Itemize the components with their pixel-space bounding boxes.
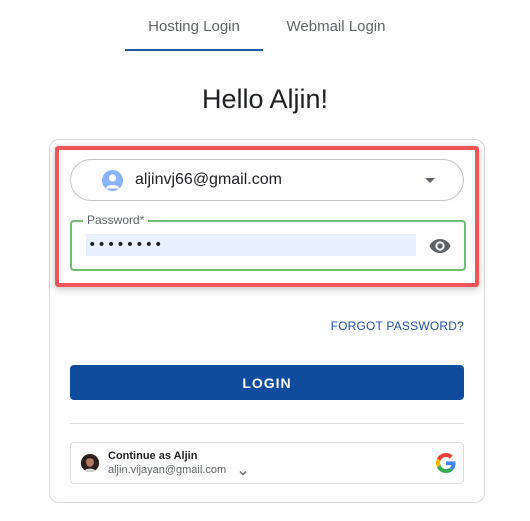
google-avatar — [81, 454, 99, 472]
tab-webmail-login[interactable]: Webmail Login — [272, 18, 400, 52]
google-account-name: Continue as Aljin — [108, 450, 198, 462]
password-field: Password* — [70, 213, 466, 271]
chevron-down-icon[interactable] — [238, 465, 248, 476]
eye-icon[interactable] — [428, 234, 452, 258]
active-tab-indicator — [125, 49, 263, 51]
person-icon — [102, 170, 123, 191]
login-page: Hosting Login Webmail Login Hello Aljin!… — [0, 0, 530, 521]
account-selector[interactable]: aljinvj66@gmail.com — [70, 159, 464, 201]
google-continue-button[interactable]: Continue as Aljin aljin.vijayan@gmail.co… — [70, 442, 464, 484]
tab-hosting-login[interactable]: Hosting Login — [125, 18, 263, 52]
google-account-email: aljin.vijayan@gmail.com — [108, 464, 227, 476]
greeting-title: Hello Aljin! — [201, 84, 329, 114]
password-label: Password* — [83, 213, 149, 227]
password-input[interactable] — [86, 234, 416, 256]
forgot-password-link[interactable]: FORGOT PASSWORD? — [331, 319, 464, 333]
caret-down-icon[interactable] — [425, 178, 435, 183]
login-button[interactable]: LOGIN — [70, 365, 464, 400]
account-email: aljinvj66@gmail.com — [135, 171, 282, 188]
google-g-icon — [436, 453, 456, 473]
login-tabs: Hosting Login Webmail Login — [0, 0, 530, 52]
divider — [70, 423, 464, 424]
